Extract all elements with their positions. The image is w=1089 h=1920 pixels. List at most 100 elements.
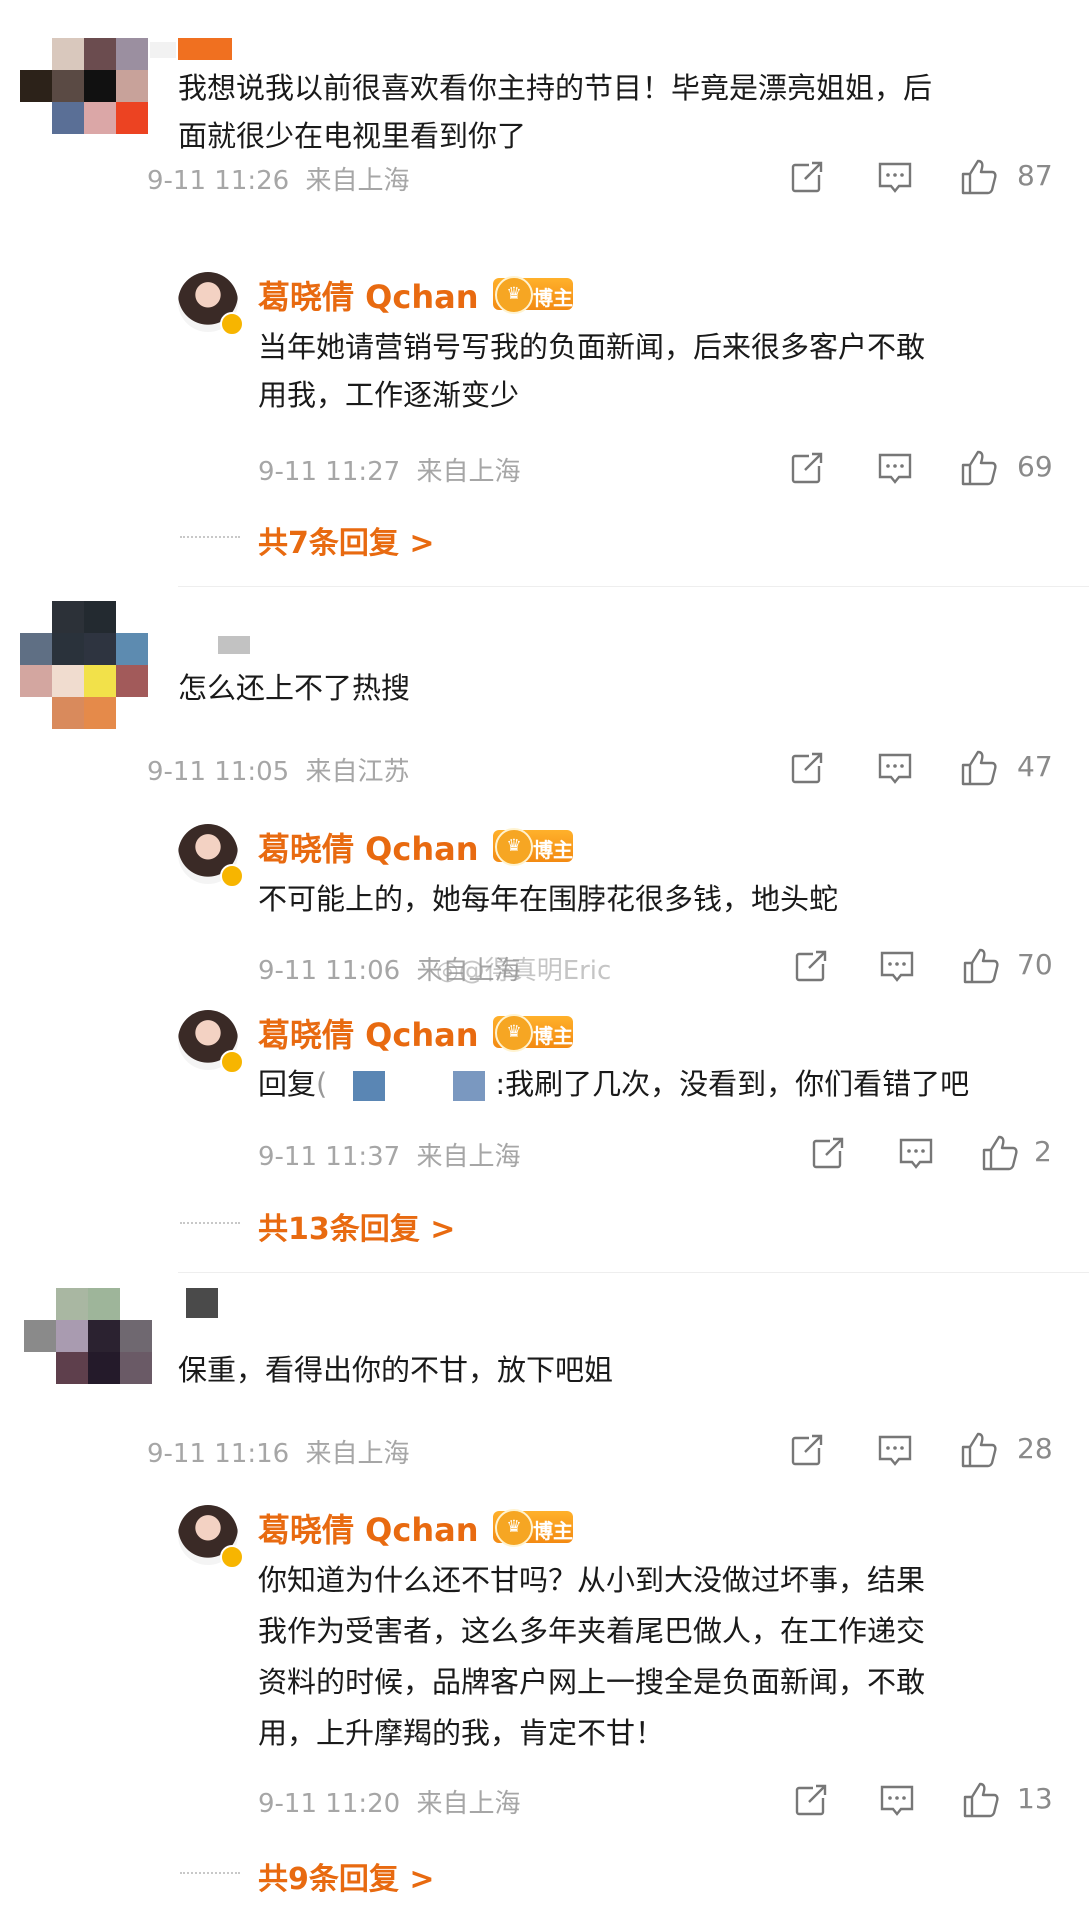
reply-time: 9-11 11:06 bbox=[258, 956, 401, 986]
like-count: 2 bbox=[1034, 1135, 1052, 1168]
comment-icon[interactable] bbox=[875, 1430, 915, 1470]
more-replies-dots bbox=[180, 1872, 240, 1874]
blogger-badge-label: 博主 bbox=[533, 838, 573, 862]
comment-icon[interactable] bbox=[875, 748, 915, 788]
mentioned-user-redacted[interactable] bbox=[327, 1071, 495, 1101]
crown-icon: ♛ bbox=[495, 828, 533, 866]
reply-meta: 9-11 11:20 来自上海 bbox=[258, 1783, 520, 1820]
comment-icon[interactable] bbox=[877, 1780, 917, 1820]
more-replies-link[interactable]: 共9条回复 > bbox=[258, 1854, 434, 1898]
weibo-logo-icon: ◎ bbox=[436, 956, 459, 986]
comment-actions: 47 bbox=[787, 748, 1077, 788]
commenter-name-redacted[interactable] bbox=[218, 636, 250, 654]
reply-time: 9-11 11:20 bbox=[258, 1789, 401, 1819]
comment-time: 9-11 11:16 bbox=[147, 1439, 290, 1469]
reply-text: 回复( :我刷了几次，没看到，你们看错了吧 bbox=[258, 1067, 970, 1101]
reply-actions: 13 bbox=[791, 1780, 1081, 1820]
repost-icon[interactable] bbox=[787, 448, 827, 488]
like-icon[interactable] bbox=[961, 946, 1001, 986]
commenter-avatar[interactable] bbox=[24, 1288, 152, 1384]
crown-icon: ♛ bbox=[495, 1509, 533, 1547]
repost-icon[interactable] bbox=[787, 1430, 827, 1470]
comment-location: 来自上海 bbox=[305, 166, 410, 196]
reply-meta: 9-11 11:37 来自上海 bbox=[258, 1136, 520, 1173]
reply-text: 当年她请营销号写我的负面新闻，后来很多客户不敢 用我，工作逐渐变少 bbox=[258, 330, 926, 412]
reply-actions: 2 bbox=[808, 1133, 1078, 1173]
reply-location: 来自上海 bbox=[416, 1789, 521, 1819]
comment-text: 怎么还上不了热搜 bbox=[178, 671, 411, 705]
comment-location: 来自江苏 bbox=[305, 757, 410, 787]
like-count: 87 bbox=[1017, 159, 1053, 192]
crown-icon: ♛ bbox=[495, 1014, 533, 1052]
like-count: 47 bbox=[1017, 750, 1053, 783]
reply-actions: 70 bbox=[791, 946, 1081, 986]
repost-icon[interactable] bbox=[787, 748, 827, 788]
repost-icon[interactable] bbox=[791, 946, 831, 986]
name-blur bbox=[150, 42, 176, 58]
like-count: 28 bbox=[1017, 1432, 1053, 1465]
reply-author-name[interactable]: 葛晓倩 Qchan bbox=[258, 272, 478, 318]
like-icon[interactable] bbox=[959, 748, 999, 788]
like-icon[interactable] bbox=[980, 1133, 1020, 1173]
comment-actions: 87 bbox=[787, 157, 1077, 197]
comment-icon[interactable] bbox=[875, 448, 915, 488]
reply-text: 你知道为什么还不甘吗？从小到大没做过坏事，结果 我作为受害者，这么多年夹着尾巴做… bbox=[258, 1563, 926, 1750]
reply-author-name[interactable]: 葛晓倩 Qchan bbox=[258, 824, 478, 870]
reply-meta: 9-11 11:27 来自上海 bbox=[258, 451, 520, 488]
blogger-badge-label: 博主 bbox=[533, 1024, 573, 1048]
reply-location: 来自上海 bbox=[416, 457, 521, 487]
blogger-badge: ♛ 博主 bbox=[493, 828, 573, 866]
watermark: ◎@得真明Eric bbox=[436, 956, 612, 986]
like-icon[interactable] bbox=[959, 157, 999, 197]
thread-divider bbox=[178, 586, 1089, 587]
reply-text-body: :我刷了几次，没看到，你们看错了吧 bbox=[495, 1067, 970, 1101]
like-count: 70 bbox=[1017, 948, 1053, 981]
blogger-badge: ♛ 博主 bbox=[493, 1509, 573, 1547]
crown-icon: ♛ bbox=[495, 276, 533, 314]
verified-badge-icon bbox=[220, 1050, 244, 1074]
blogger-badge: ♛ 博主 bbox=[493, 1014, 573, 1052]
more-replies-dots bbox=[180, 1222, 240, 1224]
comment-meta: 9-11 11:16 来自上海 bbox=[147, 1433, 409, 1470]
reply-text: 不可能上的，她每年在围脖花很多钱，地头蛇 bbox=[258, 882, 839, 916]
comment-time: 9-11 11:05 bbox=[147, 757, 290, 787]
comment-icon[interactable] bbox=[875, 157, 915, 197]
verified-badge-icon bbox=[220, 1545, 244, 1569]
more-replies-dots bbox=[180, 536, 240, 538]
like-count: 69 bbox=[1017, 450, 1053, 483]
repost-icon[interactable] bbox=[808, 1133, 848, 1173]
blogger-badge: ♛ 博主 bbox=[493, 276, 573, 314]
comment-time: 9-11 11:26 bbox=[147, 166, 290, 196]
verified-badge-icon bbox=[220, 312, 244, 336]
reply-author-name[interactable]: 葛晓倩 Qchan bbox=[258, 1505, 478, 1551]
comment-location: 来自上海 bbox=[305, 1439, 410, 1469]
reply-time: 9-11 11:37 bbox=[258, 1142, 401, 1172]
like-count: 13 bbox=[1017, 1782, 1053, 1815]
comment-icon[interactable] bbox=[896, 1133, 936, 1173]
reply-actions: 69 bbox=[787, 448, 1077, 488]
like-icon[interactable] bbox=[959, 448, 999, 488]
comment-icon[interactable] bbox=[877, 946, 917, 986]
comment-text: 保重，看得出你的不甘，放下吧姐 bbox=[178, 1353, 614, 1387]
commenter-name-redacted[interactable] bbox=[186, 1288, 218, 1318]
comment-meta: 9-11 11:05 来自江苏 bbox=[147, 751, 409, 788]
comment-actions: 28 bbox=[787, 1430, 1077, 1470]
blogger-badge-label: 博主 bbox=[533, 1519, 573, 1543]
commenter-name-redacted[interactable] bbox=[178, 38, 232, 60]
commenter-avatar[interactable] bbox=[20, 601, 148, 729]
reply-prefix: 回复 bbox=[258, 1067, 317, 1101]
repost-icon[interactable] bbox=[791, 1780, 831, 1820]
thread-divider bbox=[178, 1272, 1089, 1273]
reply-author-name[interactable]: 葛晓倩 Qchan bbox=[258, 1010, 478, 1056]
like-icon[interactable] bbox=[961, 1780, 1001, 1820]
like-icon[interactable] bbox=[959, 1430, 999, 1470]
more-replies-link[interactable]: 共7条回复 > bbox=[258, 518, 434, 562]
reply-time: 9-11 11:27 bbox=[258, 457, 401, 487]
blogger-badge-label: 博主 bbox=[533, 286, 573, 310]
reply-location: 来自上海 bbox=[416, 1142, 521, 1172]
comment-text: 我想说我以前很喜欢看你主持的节目！毕竟是漂亮姐姐，后 面就很少在电视里看到你了 bbox=[178, 71, 933, 153]
commenter-avatar[interactable] bbox=[20, 38, 148, 134]
repost-icon[interactable] bbox=[787, 157, 827, 197]
more-replies-link[interactable]: 共13条回复 > bbox=[258, 1204, 455, 1248]
comment-meta: 9-11 11:26 来自上海 bbox=[147, 160, 409, 197]
